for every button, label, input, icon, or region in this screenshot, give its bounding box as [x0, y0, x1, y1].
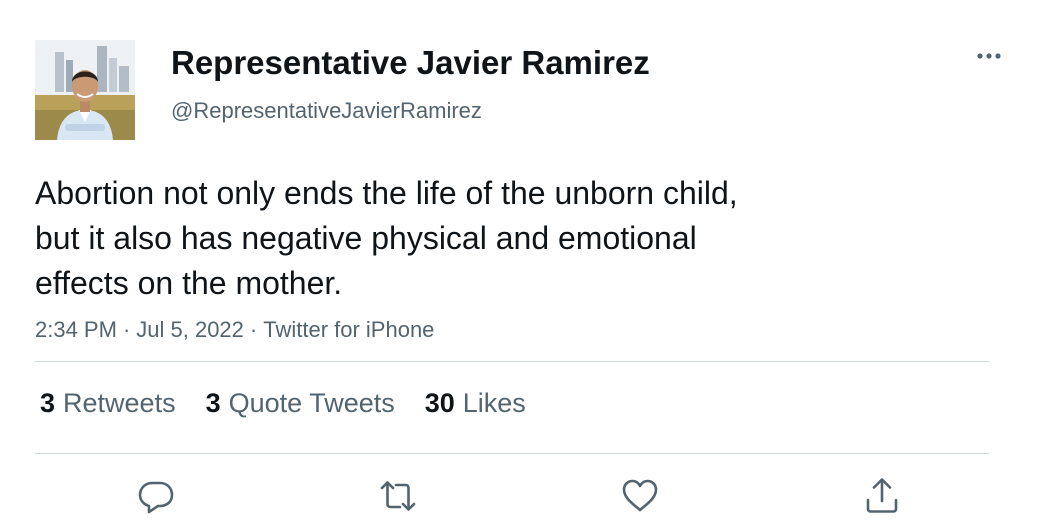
- tweet-time[interactable]: 2:34 PM: [35, 317, 117, 342]
- share-icon[interactable]: [862, 476, 902, 516]
- engagement-stats: 3 Retweets 3 Quote Tweets 30 Likes: [40, 388, 526, 419]
- retweets-label: Retweets: [63, 388, 176, 418]
- likes-label: Likes: [462, 388, 526, 418]
- meta-separator: ·: [249, 317, 258, 342]
- author-display-name[interactable]: Representative Javier Ramirez: [171, 44, 650, 82]
- retweet-icon[interactable]: [378, 476, 418, 516]
- meta-separator: ·: [122, 317, 131, 342]
- tweet-text-line: effects on the mother.: [35, 265, 343, 301]
- likes-stat[interactable]: 30 Likes: [425, 388, 526, 419]
- avatar[interactable]: [35, 40, 135, 140]
- quote-tweets-stat[interactable]: 3 Quote Tweets: [206, 388, 395, 419]
- tweet-card: Representative Javier Ramirez @Represent…: [0, 0, 1050, 525]
- reply-icon[interactable]: [136, 476, 176, 516]
- tweet-text-line: but it also has negative physical and em…: [35, 220, 697, 256]
- tweet-text: Abortion not only ends the life of the u…: [35, 171, 875, 306]
- avatar-photo: [35, 40, 135, 140]
- divider: [35, 361, 989, 362]
- retweets-count: 3: [40, 388, 56, 418]
- tweet-source[interactable]: Twitter for iPhone: [263, 317, 434, 342]
- quote-tweets-count: 3: [205, 388, 221, 418]
- tweet-text-line: Abortion not only ends the life of the u…: [35, 175, 738, 211]
- quote-tweets-label: Quote Tweets: [228, 388, 395, 418]
- more-icon[interactable]: [972, 42, 1006, 70]
- divider: [35, 453, 989, 454]
- tweet-date[interactable]: Jul 5, 2022: [136, 317, 244, 342]
- author-handle[interactable]: @RepresentativeJavierRamirez: [171, 98, 482, 124]
- heart-icon[interactable]: [620, 476, 660, 516]
- retweets-stat[interactable]: 3 Retweets: [40, 388, 176, 419]
- likes-count: 30: [424, 388, 455, 418]
- action-bar: [0, 476, 1050, 516]
- tweet-metadata: 2:34 PM · Jul 5, 2022 · Twitter for iPhone: [35, 317, 434, 343]
